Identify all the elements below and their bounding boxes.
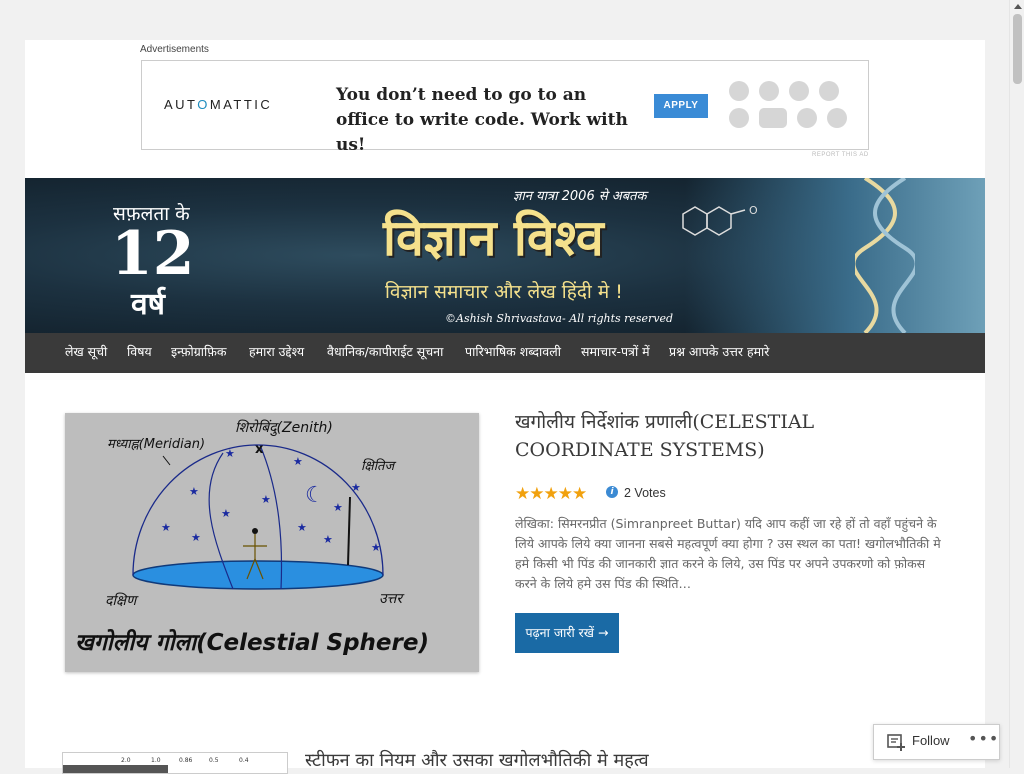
rating-stars[interactable]: ★★★★★	[515, 484, 587, 503]
site-subtitle: विज्ञान समाचार और लेख हिंदी मे !	[385, 281, 623, 303]
post2-thumbnail[interactable]: 2.0 1.0 0.86 0.5 0.4	[62, 752, 288, 774]
star-icon[interactable]: ★	[529, 485, 544, 503]
banner-tagline: ज्ञान यात्रा 2006 से अबतक	[513, 189, 647, 204]
report-ad-link[interactable]: REPORT THIS AD	[812, 152, 869, 158]
observer-head	[252, 528, 258, 534]
ad-headline: You don’t need to go to an office to wri…	[336, 85, 628, 155]
power-icon	[819, 81, 840, 101]
scrollbar-thumb[interactable]	[1013, 14, 1022, 84]
jetpack-icon	[759, 81, 780, 101]
post2-title[interactable]: स्टीफन का नियम और उसका खगोलभौतिकी मे महत…	[305, 748, 649, 772]
ads-label: Advertisements	[140, 44, 209, 55]
svg-text:★: ★	[191, 531, 201, 544]
svg-text:★: ★	[297, 521, 307, 534]
ad-apply-button[interactable]: APPLY	[654, 94, 708, 118]
woo-icon	[759, 108, 788, 128]
sphere-dome	[132, 444, 384, 576]
simplenote-icon	[797, 108, 818, 128]
svg-text:★: ★	[261, 493, 271, 506]
star-icon[interactable]: ★	[572, 485, 587, 503]
ad-banner[interactable]: AUTOMATTIC You don’t need to go to an of…	[141, 60, 869, 155]
meridian-pointer	[162, 455, 171, 466]
follow-widget[interactable]: Follow •••	[873, 724, 1000, 760]
thumb-tick: 0.86	[179, 757, 193, 764]
meridian-label: मध्याह्न(Meridian)	[107, 437, 205, 452]
svg-text:★: ★	[189, 485, 199, 498]
svg-text:★: ★	[323, 533, 333, 546]
nav-item-copyright-notice[interactable]: वैधानिक/कापीराईट सूचना	[327, 333, 443, 373]
south-label: दक्षिण	[105, 592, 139, 609]
thumb-tick: 0.5	[209, 757, 219, 764]
svg-text:★: ★	[161, 521, 171, 534]
site-title[interactable]: विज्ञान विश्व	[383, 208, 604, 268]
post2-thumbnail-chart: 2.0 1.0 0.86 0.5 0.4	[63, 757, 249, 773]
north-label: उत्तर	[379, 591, 405, 607]
celestial-sphere-diagram: x ☾ ★ ★ ★ ★ ★ ★ ★ ★ ★ ★ ★ ★ शिरोबिंदु(Zenith) मध्…	[75, 419, 429, 656]
star-icon[interactable]: ★	[558, 485, 573, 503]
svg-text:★: ★	[225, 447, 235, 460]
crowdsignal-icon	[827, 108, 848, 128]
diagram-caption: खगोलीय गोला(Celestial Sphere)	[75, 628, 429, 656]
nav-item-glossary[interactable]: पारिभाषिक शब्दावली	[465, 333, 561, 373]
dna-helix-icon	[855, 178, 915, 333]
svg-text:★: ★	[371, 541, 381, 554]
thumb-tick: 0.4	[239, 757, 249, 764]
page-scrollbar[interactable]	[1009, 0, 1024, 768]
banner-copyright: ©Ashish Shrivastava- All rights reserved	[445, 312, 674, 325]
rating-info-icon[interactable]: i	[606, 486, 618, 498]
post-featured-image[interactable]: x ☾ ★ ★ ★ ★ ★ ★ ★ ★ ★ ★ ★ ★ शिरोबिंदु(Zenith) मध्…	[65, 413, 479, 672]
horizon-pointer	[347, 496, 351, 566]
ad-product-icons	[729, 81, 854, 135]
nav-item-our-purpose[interactable]: हमारा उद्देश्य	[249, 333, 304, 373]
zenith-mark: x	[255, 442, 264, 457]
svg-text:O: O	[749, 204, 758, 217]
thumb-dark-band	[63, 765, 168, 773]
molecule-icon: O	[682, 204, 758, 236]
akismet-icon	[789, 81, 810, 101]
more-options-icon[interactable]: •••	[968, 729, 999, 748]
nav-item-qna[interactable]: प्रश्न आपके उत्तर हमारे	[669, 333, 769, 373]
main-nav: लेख सूची विषय इन्फ़ोग्राफ़िक हमारा उद्दे…	[25, 333, 985, 373]
votes-count: 2 Votes	[624, 486, 666, 500]
moon-icon: ☾	[305, 483, 325, 508]
star-icon[interactable]: ★	[544, 485, 559, 503]
banner-years-number: 12	[111, 219, 195, 289]
banner-years-suffix: वर्ष	[131, 287, 166, 322]
post-title[interactable]: खगोलीय निर्देशांक प्रणाली(CELESTIAL COOR…	[515, 408, 935, 464]
header-banner[interactable]: O सफ़लता के 12 वर्ष ज्ञान यात्रा 2006 से…	[25, 178, 985, 333]
scroll-up-arrow-icon[interactable]	[1014, 4, 1022, 9]
wordpress-icon	[729, 81, 749, 101]
nav-item-article-list[interactable]: लेख सूची	[65, 333, 107, 373]
svg-text:★: ★	[221, 507, 231, 520]
nav-item-topics[interactable]: विषय	[127, 333, 152, 373]
thumb-tick: 2.0	[121, 757, 131, 764]
ad-brand-text: AUTOMATTIC	[164, 97, 273, 112]
star-icon[interactable]: ★	[515, 485, 530, 503]
zenith-label: शिरोबिंदु(Zenith)	[235, 419, 333, 437]
reader-follow-icon	[887, 734, 905, 751]
read-more-button[interactable]: पढ़ना जारी रखें →	[515, 613, 619, 653]
horizon-label: क्षितिज	[361, 458, 396, 474]
nav-item-infographic[interactable]: इन्फ़ोग्राफ़िक	[171, 333, 226, 373]
nav-item-in-newspapers[interactable]: समाचार-पत्रों में	[581, 333, 650, 373]
post-excerpt: लेखिका: सिमरनप्रीत (Simranpreet Buttar) …	[515, 516, 941, 591]
follow-button[interactable]: Follow	[912, 733, 950, 748]
thumb-tick: 1.0	[151, 757, 161, 764]
svg-text:★: ★	[333, 501, 343, 514]
svg-text:★: ★	[351, 481, 361, 494]
longreads-icon	[729, 108, 749, 128]
ad-brand-logo: AUTOMATTIC	[164, 97, 272, 112]
svg-text:★: ★	[293, 455, 303, 468]
